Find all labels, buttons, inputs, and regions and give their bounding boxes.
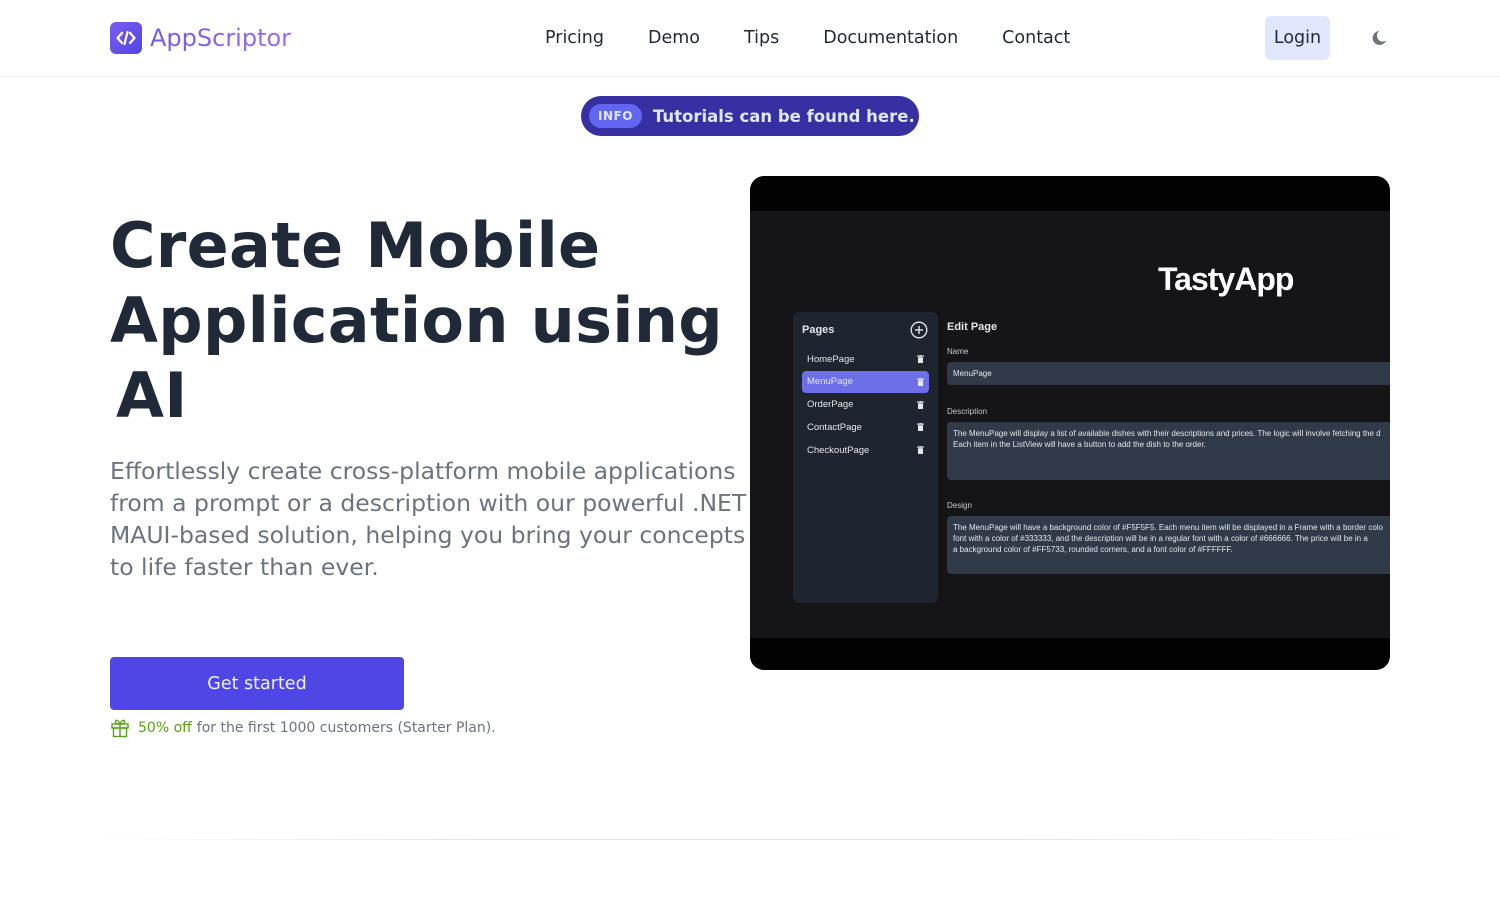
page-item-label: CheckoutPage bbox=[807, 444, 870, 456]
page-item-label: HomePage bbox=[807, 353, 855, 365]
pages-panel: Pages HomePage MenuPage OrderPage Contac… bbox=[793, 312, 938, 603]
page-item-menupage: MenuPage bbox=[802, 370, 929, 393]
name-field: MenuPage bbox=[947, 362, 1390, 385]
hero-title-line1: Create Mobile bbox=[110, 209, 601, 282]
trash-icon bbox=[917, 400, 924, 409]
trash-icon bbox=[917, 446, 924, 455]
promo-text: for the first 1000 customers (Starter Pl… bbox=[196, 720, 496, 736]
gift-icon bbox=[111, 719, 129, 738]
design-line: font with a color of #333333, and the de… bbox=[953, 534, 1368, 543]
design-field: The MenuPage will have a background colo… bbox=[947, 516, 1390, 574]
trash-icon bbox=[917, 377, 924, 386]
preview-app-title: TastyApp bbox=[1158, 261, 1294, 297]
page-item-contactpage: ContactPage bbox=[802, 416, 929, 438]
design-label: Design bbox=[947, 501, 972, 510]
promo-discount: 50% off bbox=[138, 720, 192, 736]
moon-icon bbox=[1372, 31, 1387, 45]
edit-page-panel: Edit Page Name MenuPage Description The … bbox=[947, 321, 1390, 574]
trash-icon bbox=[917, 423, 924, 432]
page-item-checkoutpage: CheckoutPage bbox=[802, 439, 929, 461]
get-started-button[interactable]: Get started bbox=[110, 657, 404, 710]
description-label: Description bbox=[947, 407, 988, 416]
nav-demo[interactable]: Demo bbox=[626, 20, 722, 56]
brand-name: AppScriptor bbox=[150, 24, 292, 52]
brand-logo-link[interactable]: AppScriptor bbox=[110, 22, 291, 54]
description-field: The MenuPage will display a list of avai… bbox=[947, 422, 1390, 480]
hero-description: Effortlessly create cross-platform mobil… bbox=[110, 457, 747, 581]
login-button[interactable]: Login bbox=[1265, 16, 1330, 60]
announcement-text: Tutorials can be found here. bbox=[652, 106, 915, 126]
description-line: Each item in the ListView will have a bu… bbox=[953, 440, 1206, 449]
nav-pricing[interactable]: Pricing bbox=[523, 20, 626, 56]
page-item-orderpage: OrderPage bbox=[802, 394, 929, 416]
add-page-icon bbox=[910, 321, 928, 339]
description-line: The MenuPage will display a list of avai… bbox=[953, 429, 1381, 438]
nav-contact[interactable]: Contact bbox=[980, 20, 1092, 56]
highlight-text: AI bbox=[116, 359, 188, 432]
name-label: Name bbox=[947, 347, 969, 356]
trash-icon bbox=[917, 355, 924, 363]
code-icon bbox=[110, 22, 142, 54]
page-item-label: MenuPage bbox=[807, 376, 853, 388]
design-line: The MenuPage will have a background colo… bbox=[953, 523, 1383, 532]
page-list: HomePage MenuPage OrderPage ContactPage … bbox=[802, 348, 929, 462]
page-item-homepage: HomePage bbox=[802, 348, 929, 370]
page-item-label: OrderPage bbox=[807, 399, 854, 411]
preview-screen: TastyApp Pages HomePage MenuPage OrderPa… bbox=[750, 211, 1390, 638]
app-preview-video[interactable]: TastyApp Pages HomePage MenuPage OrderPa… bbox=[750, 176, 1390, 670]
nav-documentation[interactable]: Documentation bbox=[801, 20, 980, 56]
section-divider bbox=[80, 839, 1420, 840]
edit-page-title: Edit Page bbox=[947, 321, 998, 333]
pages-header: Pages bbox=[802, 324, 835, 336]
hero-title-highlight: AI bbox=[106, 358, 198, 433]
hero-title: Create Mobile Application using AI bbox=[110, 208, 750, 433]
hero-title-line2: Application using bbox=[110, 284, 723, 357]
main-nav: Pricing Demo Tips Documentation Contact bbox=[523, 20, 1092, 56]
theme-toggle-button[interactable] bbox=[1366, 24, 1394, 52]
page-item-label: ContactPage bbox=[807, 421, 862, 433]
nav-tips[interactable]: Tips bbox=[722, 20, 801, 56]
design-line: a background color of #FF5733, rounded c… bbox=[953, 545, 1233, 554]
site-header: AppScriptor Pricing Demo Tips Documentat… bbox=[0, 0, 1500, 77]
announcement-banner[interactable]: INFO Tutorials can be found here. bbox=[581, 96, 919, 136]
promo-note: 50% off for the first 1000 customers (St… bbox=[110, 718, 496, 738]
info-badge: INFO bbox=[589, 104, 642, 128]
